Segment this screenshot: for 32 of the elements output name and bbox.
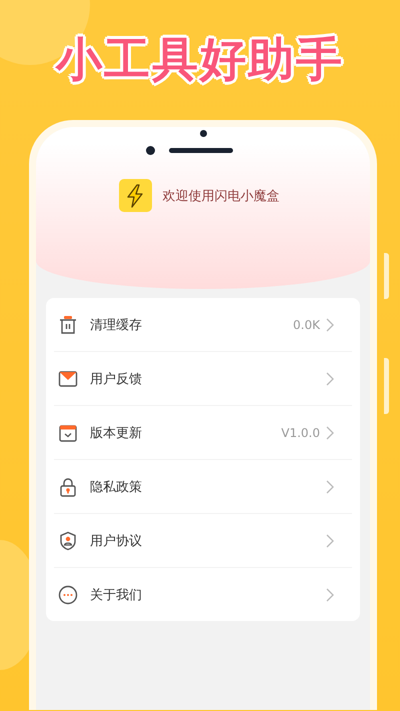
menu-item[interactable]: 隐私政策 (54, 460, 352, 514)
menu-label: 清理缓存 (90, 316, 143, 334)
padlock-icon (58, 476, 78, 496)
menu-value: V1.0.0 (281, 426, 320, 440)
camera-dot (200, 130, 206, 137)
chevron-right-icon (326, 588, 334, 602)
calendar-icon (58, 422, 78, 442)
menu-item[interactable]: 清理缓存 0.0K (54, 298, 352, 352)
menu-item[interactable]: 版本更新 V1.0.0 (54, 406, 352, 460)
menu-label: 版本更新 (90, 424, 143, 442)
shield-user-icon (58, 530, 78, 550)
promo-headline: 小工具好助手 (56, 31, 344, 88)
chevron-right-icon (326, 372, 334, 386)
chevron-right-icon (326, 480, 334, 494)
menu-label: 用户反馈 (90, 370, 143, 388)
menu-label: 隐私政策 (90, 478, 143, 496)
menu-label: 关于我们 (90, 586, 143, 604)
menu-item[interactable]: 用户协议 (54, 514, 352, 568)
chevron-right-icon (326, 534, 334, 548)
chevron-right-icon (326, 318, 334, 332)
welcome-text: 欢迎使用闪电小魔盒 (162, 188, 280, 204)
lightning-bolt-icon (118, 179, 152, 212)
menu-label: 用户协议 (90, 532, 143, 550)
envelope-icon (58, 368, 78, 388)
chevron-right-icon (326, 426, 334, 440)
menu-item[interactable]: 用户反馈 (54, 352, 352, 406)
sensor-dot (146, 146, 154, 155)
trash-icon (58, 314, 78, 334)
more-icon (58, 584, 78, 604)
menu-item[interactable]: 关于我们 (54, 568, 352, 621)
menu-value: 0.0K (293, 318, 320, 332)
speaker-bar (168, 148, 232, 153)
